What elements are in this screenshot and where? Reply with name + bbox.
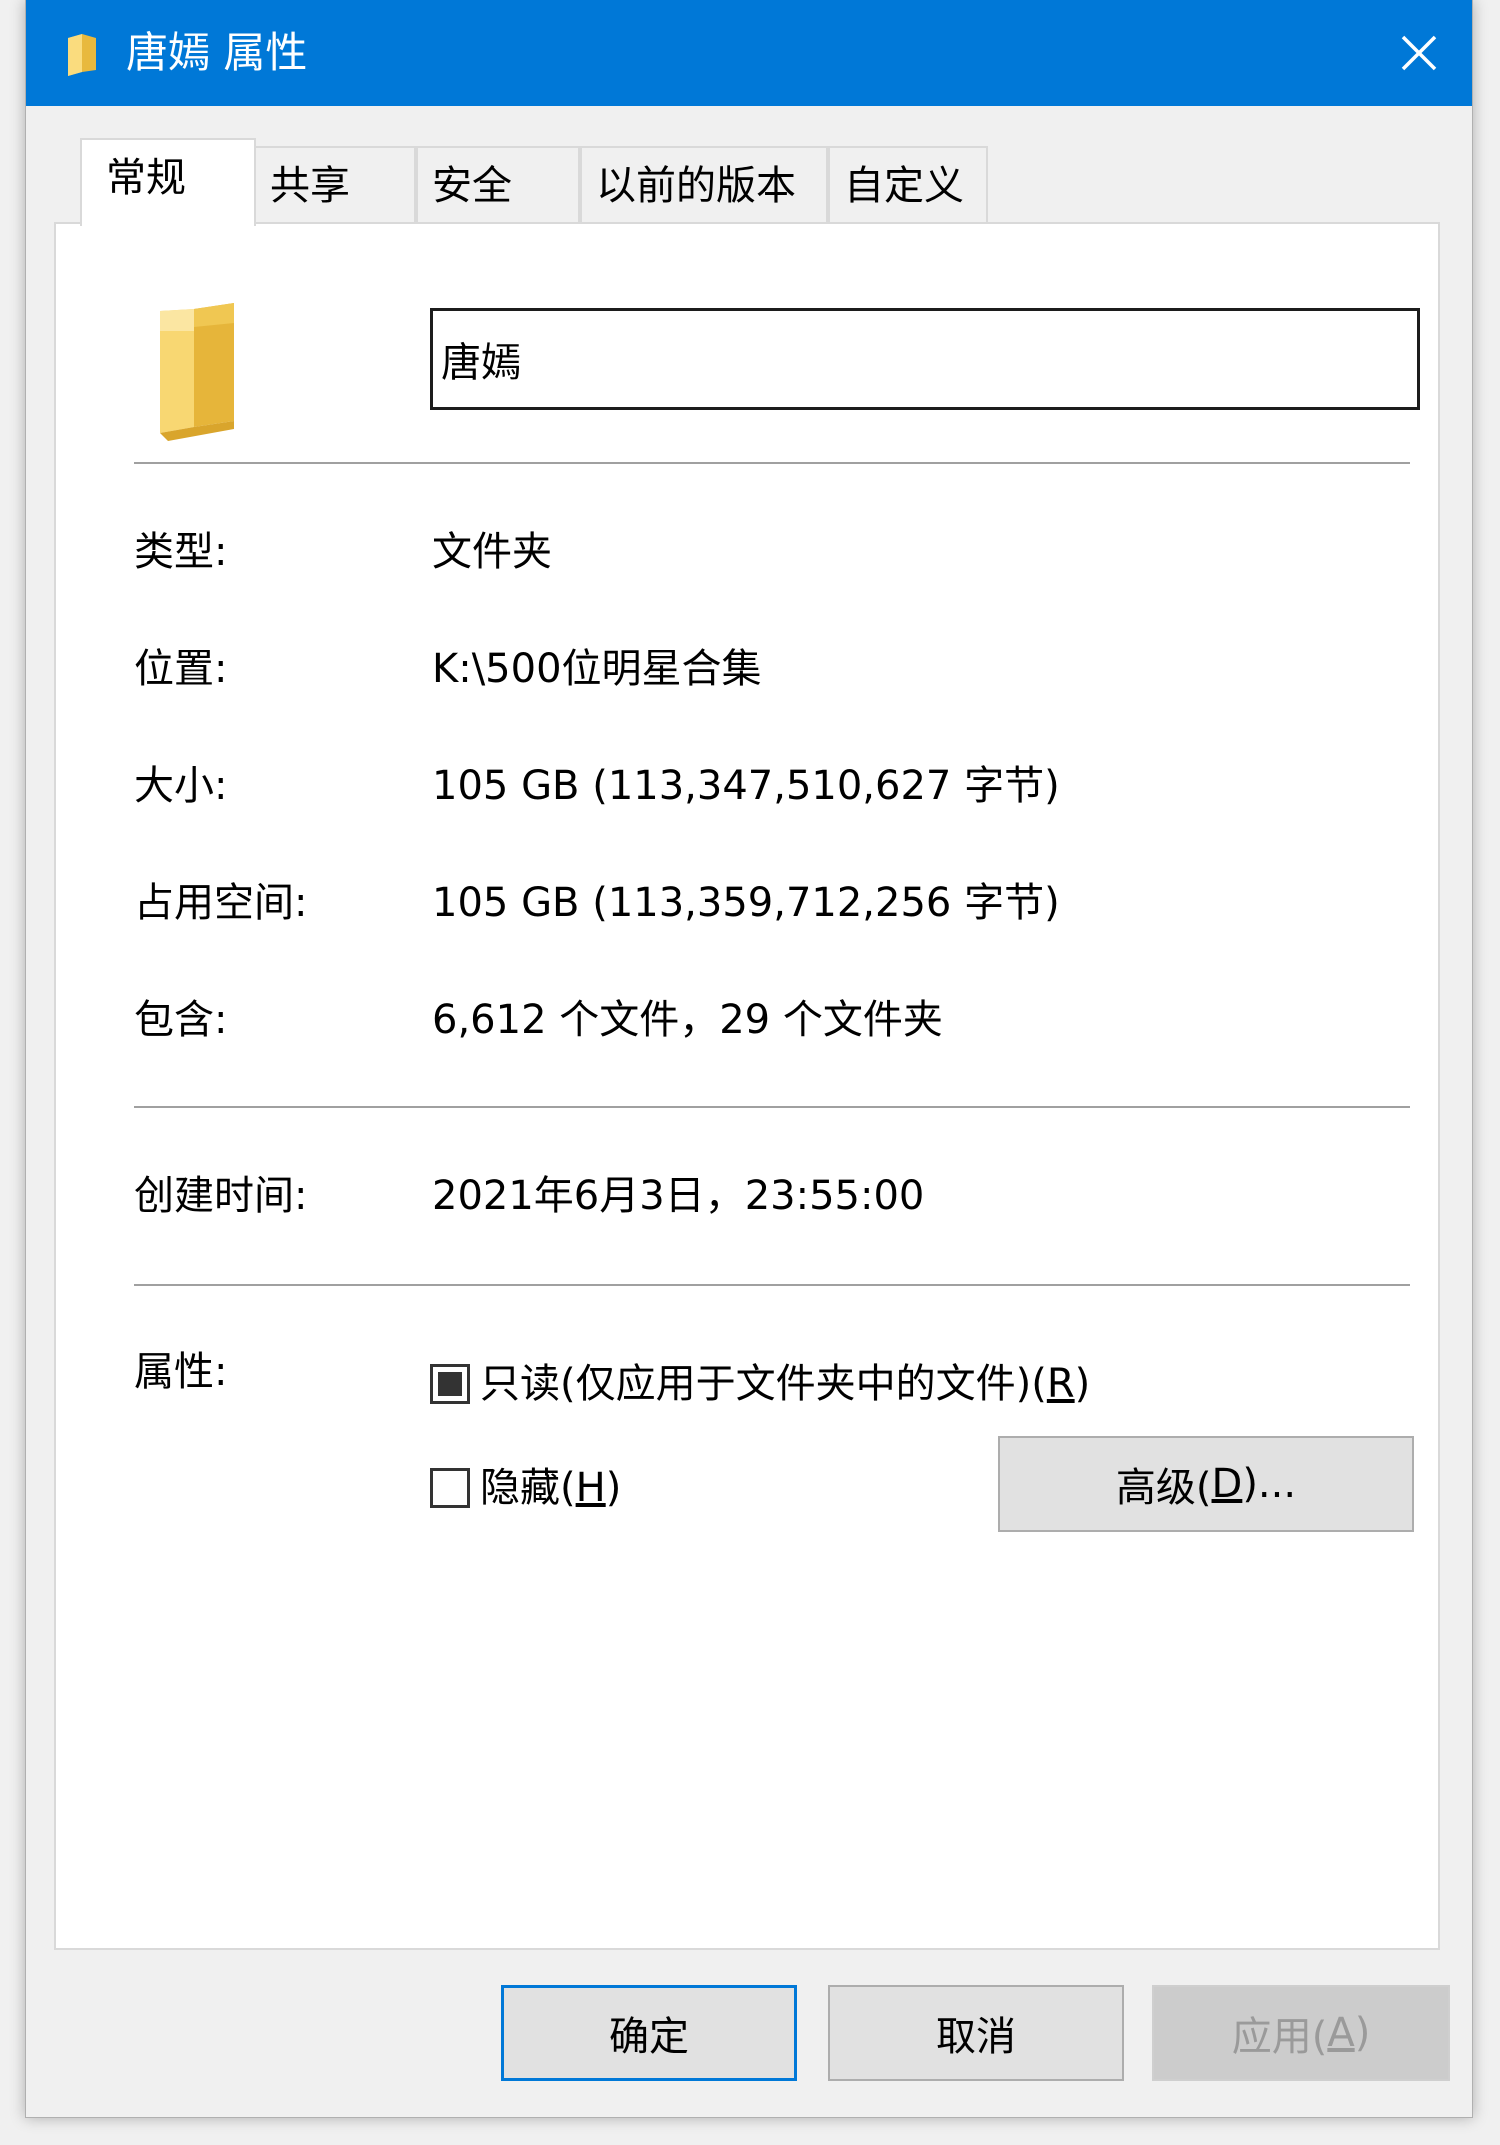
created-label: 创建时间: xyxy=(134,1173,308,1219)
type-value: 文件夹 xyxy=(432,529,552,575)
advanced-button[interactable]: 高级(D)... xyxy=(998,1436,1414,1532)
tab-customize[interactable]: 自定义 xyxy=(828,146,988,222)
divider xyxy=(134,1106,1410,1108)
created-value: 2021年6月3日，23:55:00 xyxy=(432,1173,925,1219)
hidden-checkbox-row[interactable]: 隐藏(H) xyxy=(430,1460,621,1516)
close-icon xyxy=(1401,35,1437,71)
readonly-checkbox-row[interactable]: 只读(仅应用于文件夹中的文件)(R) xyxy=(430,1356,1090,1412)
tab-sharing[interactable]: 共享 xyxy=(254,146,416,222)
close-button[interactable] xyxy=(1366,0,1472,106)
readonly-checkbox[interactable] xyxy=(430,1364,470,1404)
contains-label: 包含: xyxy=(134,997,228,1043)
readonly-label: 只读(仅应用于文件夹中的文件)(R) xyxy=(480,1361,1091,1407)
window-title: 唐嫣 属性 xyxy=(126,28,308,77)
size-value: 105 GB (113,347,510,627 字节) xyxy=(432,763,1060,809)
indeterminate-mark xyxy=(438,1372,462,1396)
folder-icon xyxy=(160,303,234,441)
contains-value: 6,612 个文件，29 个文件夹 xyxy=(432,997,943,1043)
ok-button[interactable]: 确定 xyxy=(501,1985,797,2081)
title-bar[interactable]: 唐嫣 属性 xyxy=(26,0,1472,106)
hidden-checkbox[interactable] xyxy=(430,1468,470,1508)
type-label: 类型: xyxy=(134,529,228,575)
cancel-button[interactable]: 取消 xyxy=(828,1985,1124,2081)
hidden-label: 隐藏(H) xyxy=(480,1465,622,1511)
size-on-disk-label: 占用空间: xyxy=(134,880,308,926)
folder-name-input[interactable] xyxy=(430,308,1420,410)
divider xyxy=(134,462,1410,464)
location-label: 位置: xyxy=(134,646,228,692)
general-panel: 类型: 文件夹 位置: K:\500位明星合集 大小: 105 GB (113,… xyxy=(54,222,1440,1950)
folder-icon xyxy=(68,34,96,76)
tab-general[interactable]: 常规 xyxy=(80,138,256,226)
size-on-disk-value: 105 GB (113,359,712,256 字节) xyxy=(432,880,1060,926)
tab-security[interactable]: 安全 xyxy=(416,146,580,222)
location-value: K:\500位明星合集 xyxy=(432,646,762,692)
attributes-label: 属性: xyxy=(134,1349,228,1395)
tab-previous-versions[interactable]: 以前的版本 xyxy=(580,146,828,222)
divider xyxy=(134,1284,1410,1286)
properties-dialog: 唐嫣 属性 常规 共享 安全 以前的版本 自定义 类型: 文件夹 位置: K:\… xyxy=(25,0,1473,2118)
size-label: 大小: xyxy=(134,763,228,809)
apply-button[interactable]: 应用(A) xyxy=(1152,1985,1450,2081)
